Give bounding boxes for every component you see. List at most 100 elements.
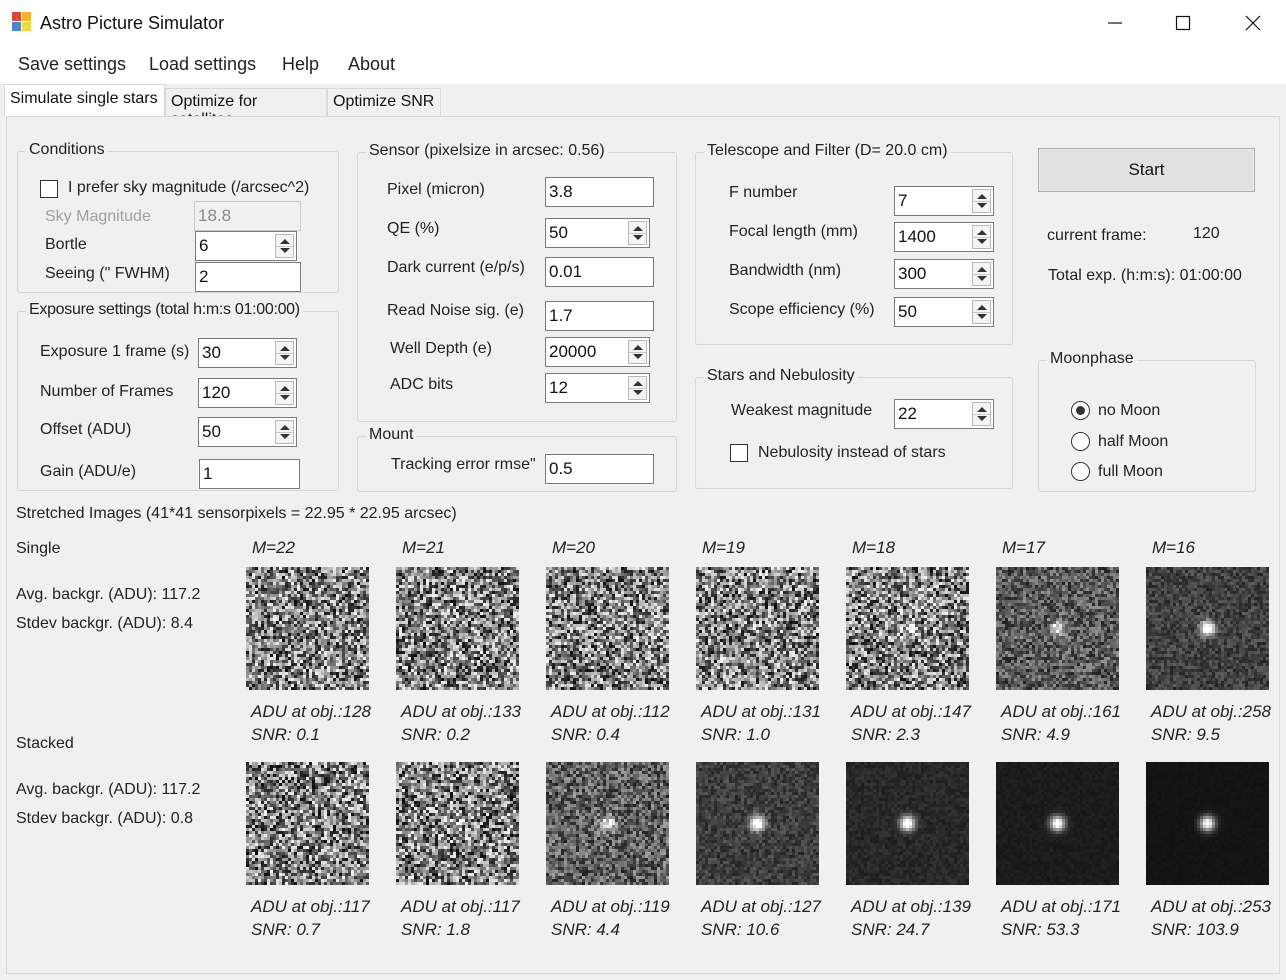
f-number-value[interactable]: 7	[898, 191, 907, 211]
chevron-down-icon[interactable]	[977, 203, 987, 208]
seeing-field[interactable]: 2	[195, 262, 301, 292]
focal-spin-arrows[interactable]	[972, 225, 991, 249]
chevron-down-icon[interactable]	[633, 390, 643, 395]
menu-about[interactable]: About	[348, 54, 395, 75]
chevron-down-icon[interactable]	[280, 434, 290, 439]
qe-spin-arrows[interactable]	[628, 221, 647, 245]
menu-save-settings[interactable]: Save settings	[18, 54, 126, 75]
stacked-star-image	[696, 762, 819, 885]
qe-label: QE (%)	[387, 220, 440, 237]
exposure-frame-value[interactable]: 30	[202, 343, 221, 363]
stacked-adu-value: ADU at obj.:127	[701, 897, 822, 916]
well-depth-stepper[interactable]: 20000	[545, 337, 650, 367]
well-depth-value[interactable]: 20000	[549, 342, 596, 362]
stacked-adu-value: ADU at obj.:117	[251, 897, 370, 916]
stacked-avg-background: Avg. backgr. (ADU): 117.2	[16, 781, 201, 798]
bortle-stepper[interactable]: 6	[195, 231, 297, 261]
single-adu-value: ADU at obj.:258	[1151, 702, 1272, 721]
chevron-up-icon[interactable]	[977, 305, 987, 310]
frames-spin-arrows[interactable]	[275, 381, 294, 405]
tab-simulate-single-stars[interactable]: Simulate single stars	[4, 84, 165, 116]
focal-length-label: Focal length (mm)	[729, 223, 858, 240]
bandwidth-spin-arrows[interactable]	[972, 262, 991, 286]
close-button[interactable]	[1218, 0, 1286, 46]
weakest-spin-arrows[interactable]	[972, 402, 991, 426]
weakest-magnitude-stepper[interactable]: 22	[894, 399, 994, 429]
magnitude-label: M=22	[252, 538, 295, 557]
minimize-button[interactable]	[1080, 0, 1150, 46]
stacked-star-image	[996, 762, 1119, 885]
chevron-up-icon[interactable]	[977, 230, 987, 235]
gain-field[interactable]: 1	[199, 459, 300, 489]
chevron-down-icon[interactable]	[280, 395, 290, 400]
chevron-down-icon[interactable]	[633, 235, 643, 240]
stacked-snr-value: SNR: 1.8	[401, 920, 470, 939]
minimize-icon	[1108, 22, 1122, 24]
menu-load-settings[interactable]: Load settings	[149, 54, 256, 75]
radio-full-moon[interactable]	[1071, 462, 1090, 481]
stacked-label: Stacked	[16, 735, 74, 752]
chevron-down-icon[interactable]	[633, 354, 643, 359]
pixel-field[interactable]: 3.8	[545, 177, 654, 207]
chevron-down-icon[interactable]	[977, 416, 987, 421]
read-noise-field[interactable]: 1.7	[545, 301, 654, 331]
bandwidth-value[interactable]: 300	[898, 264, 926, 284]
tab-optimize-snr[interactable]: Optimize SNR	[327, 88, 441, 116]
chevron-up-icon[interactable]	[280, 386, 290, 391]
tracking-error-field[interactable]: 0.5	[545, 454, 654, 484]
chevron-down-icon[interactable]	[977, 239, 987, 244]
chevron-up-icon[interactable]	[977, 194, 987, 199]
chevron-down-icon[interactable]	[977, 314, 987, 319]
chevron-down-icon[interactable]	[280, 355, 290, 360]
start-button[interactable]: Start	[1038, 148, 1255, 192]
adc-bits-stepper[interactable]: 12	[545, 373, 650, 403]
well-spin-arrows[interactable]	[628, 340, 647, 364]
offset-value[interactable]: 50	[202, 422, 221, 442]
chevron-up-icon[interactable]	[633, 381, 643, 386]
exposure-frame-stepper[interactable]: 30	[198, 338, 297, 368]
single-snr-value: SNR: 0.2	[401, 725, 470, 744]
offset-spin-arrows[interactable]	[275, 420, 294, 444]
chevron-up-icon[interactable]	[280, 346, 290, 351]
exposure-spin-arrows[interactable]	[275, 341, 294, 365]
bortle-spin-arrows[interactable]	[275, 234, 294, 258]
radio-half-moon[interactable]	[1071, 432, 1090, 451]
bortle-value[interactable]: 6	[199, 236, 208, 256]
chevron-up-icon[interactable]	[633, 345, 643, 350]
chevron-up-icon[interactable]	[633, 226, 643, 231]
stacked-star-image	[246, 762, 369, 885]
chevron-up-icon[interactable]	[280, 425, 290, 430]
offset-stepper[interactable]: 50	[198, 417, 297, 447]
bandwidth-stepper[interactable]: 300	[894, 259, 994, 289]
efficiency-spin-arrows[interactable]	[972, 300, 991, 324]
maximize-button[interactable]	[1148, 0, 1218, 46]
fnumber-spin-arrows[interactable]	[972, 189, 991, 213]
stacked-snr-value: SNR: 24.7	[851, 920, 930, 939]
qe-value[interactable]: 50	[549, 223, 568, 243]
single-snr-value: SNR: 2.3	[851, 725, 920, 744]
scope-efficiency-value[interactable]: 50	[898, 302, 917, 322]
prefer-sky-magnitude-checkbox[interactable]	[40, 180, 58, 198]
focal-length-stepper[interactable]: 1400	[894, 222, 994, 252]
nebulosity-checkbox[interactable]	[730, 444, 748, 462]
menu-help[interactable]: Help	[282, 54, 319, 75]
stacked-adu-value: ADU at obj.:171	[1001, 897, 1122, 916]
tab-optimize-satellites[interactable]: Optimize for satellites	[165, 88, 327, 128]
adc-spin-arrows[interactable]	[628, 376, 647, 400]
number-of-frames-stepper[interactable]: 120	[198, 378, 297, 408]
f-number-label: F number	[729, 184, 798, 201]
chevron-down-icon[interactable]	[977, 276, 987, 281]
chevron-down-icon[interactable]	[280, 248, 290, 253]
f-number-stepper[interactable]: 7	[894, 186, 994, 216]
chevron-up-icon[interactable]	[977, 267, 987, 272]
chevron-up-icon[interactable]	[280, 239, 290, 244]
number-of-frames-value[interactable]: 120	[202, 383, 230, 403]
scope-efficiency-stepper[interactable]: 50	[894, 297, 994, 327]
focal-length-value[interactable]: 1400	[898, 227, 936, 247]
radio-no-moon[interactable]	[1071, 401, 1090, 420]
weakest-magnitude-value[interactable]: 22	[898, 404, 917, 424]
chevron-up-icon[interactable]	[977, 407, 987, 412]
qe-stepper[interactable]: 50	[545, 218, 650, 248]
adc-bits-value[interactable]: 12	[549, 378, 568, 398]
dark-current-field[interactable]: 0.01	[545, 257, 654, 287]
